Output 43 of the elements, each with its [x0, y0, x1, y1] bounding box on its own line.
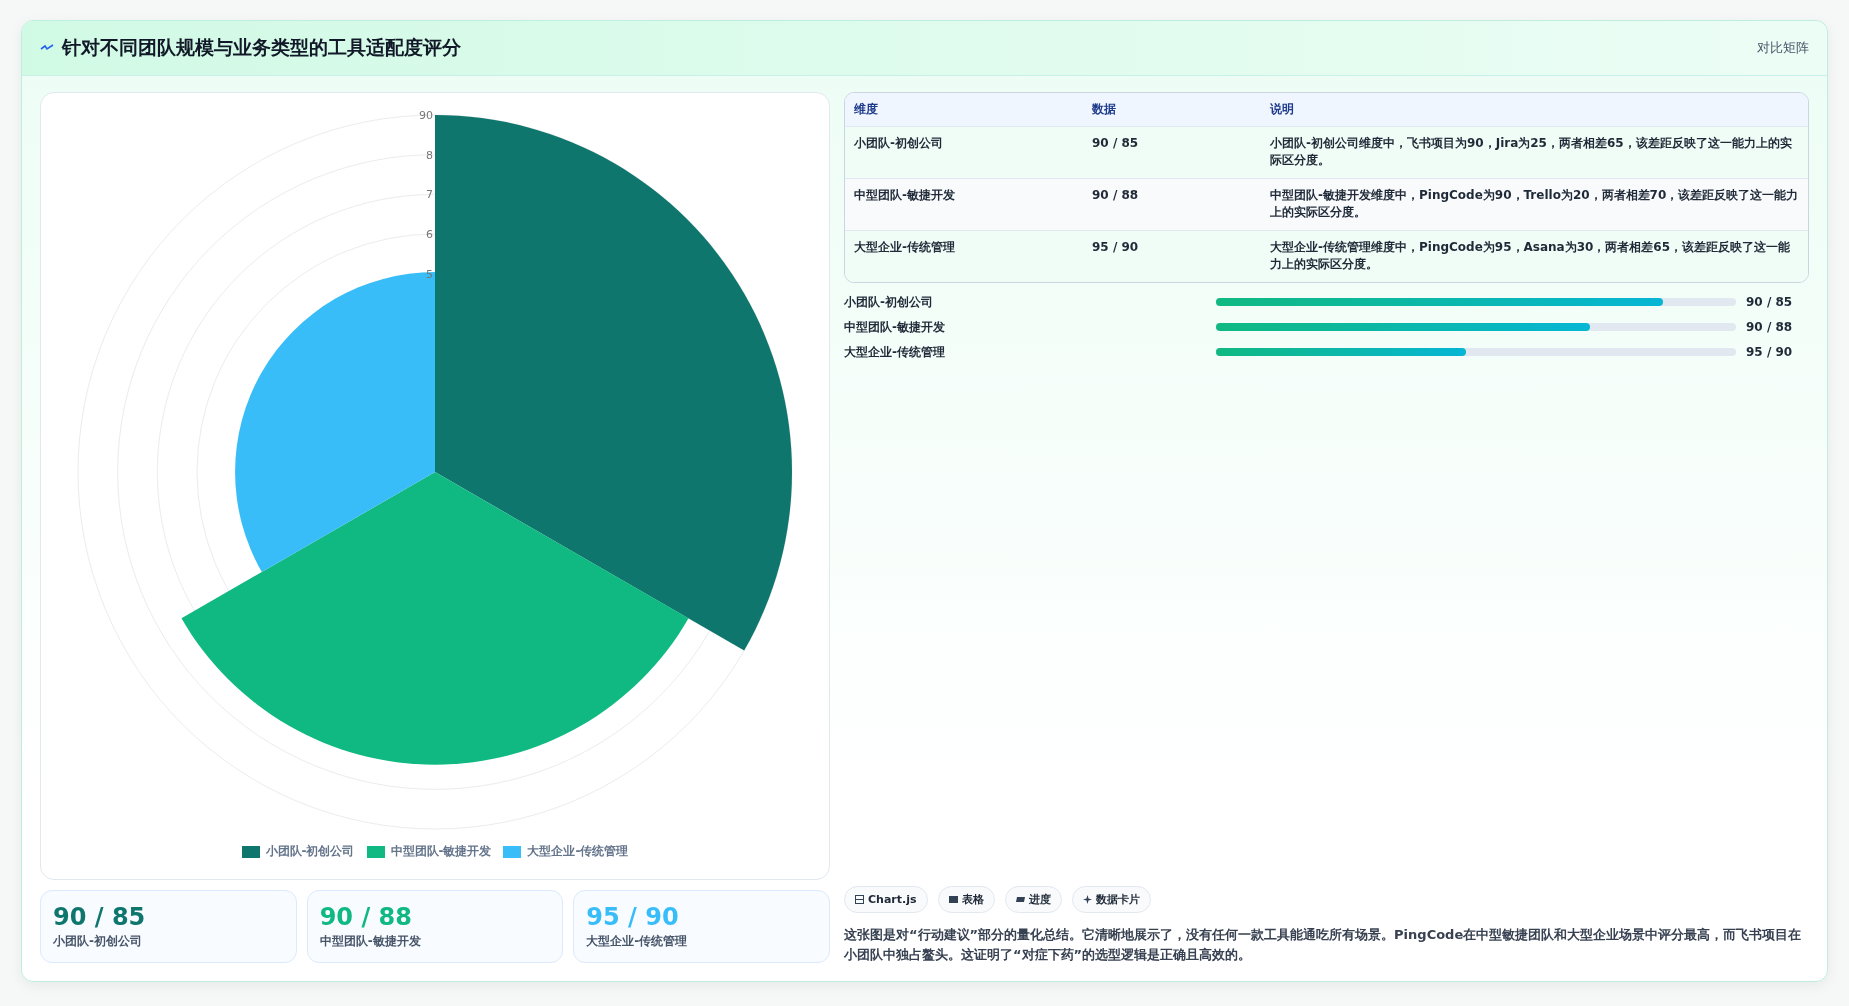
axis-tick-label: 7 [426, 188, 433, 202]
legend-label: 大型企业-传统管理 [527, 843, 629, 860]
progress-label: 中型团队-敏捷开发 [844, 318, 946, 336]
axis-tick-label: 5 [426, 267, 433, 281]
progress-value: 90 / 85 [1746, 295, 1793, 309]
sparkle-icon [1082, 895, 1092, 904]
column-header: 说明 [1261, 93, 1808, 127]
axis-tick-label: 90 [419, 109, 433, 122]
tag-label: 数据卡片 [1095, 892, 1140, 907]
stat-label: 小团队-初创公司 [53, 933, 143, 950]
legend-label: 小团队-初创公司 [265, 843, 355, 860]
stat-value: 90 / 85 [53, 903, 147, 931]
chart-icon [855, 895, 864, 904]
legend-label: 中型团队-敏捷开发 [390, 843, 492, 860]
tag-label: Chart.js [868, 893, 917, 906]
stat-value: 90 / 88 [319, 903, 413, 931]
axis-tick-label: 6 [426, 228, 433, 241]
grid-icon [948, 895, 958, 904]
stat-label: 中型团队-敏捷开发 [319, 933, 422, 950]
progress-label: 小团队-初创公司 [844, 293, 934, 311]
table-cell: 大型企业-传统管理 [845, 230, 1083, 282]
table-cell: 大型企业-传统管理维度中，PingCode为95，Asana为30，两者相差65，该差距反映了这一能力上的实际区分度。 [1261, 230, 1808, 282]
bar-icon [1015, 895, 1025, 904]
progress-value: 95 / 90 [1746, 345, 1793, 359]
column-header: 数据 [1083, 93, 1261, 127]
axis-tick-label: 8 [426, 148, 433, 162]
progress-label: 大型企业-传统管理 [844, 343, 946, 361]
summary-text: 这张图是对“行动建议”部分的量化总结。它清晰地展示了，没有任何一款工具能通吃所有场景。PingCode在中型敏捷团队和大型企业场景中评分最高，而飞书项目在小团队中独占鳌头。这证明了“对症下药”的选型逻辑是正确且高效的。 [844, 926, 1803, 964]
table-cell: 小团队-初创公司维度中，飞书项目为90，Jira为25，两者相差65，该差距反映了这一能力上的实际区分度。 [1261, 126, 1808, 179]
table-cell: 中型团队-敏捷开发维度中，PingCode为90，Trello为20，两者相差70，该差距反映了这一能力上的实际区分度。 [1261, 178, 1808, 231]
matrix-label: 对比矩阵 [1757, 39, 1809, 57]
progress-value: 90 / 88 [1746, 320, 1793, 334]
tag-label: 表格 [961, 892, 984, 907]
tag-label: 进度 [1028, 892, 1051, 907]
column-header: 维度 [845, 93, 1083, 127]
table-cell: 中型团队-敏捷开发 [845, 178, 1083, 231]
squiggle-icon [40, 43, 54, 53]
panel-title: 针对不同团队规模与业务类型的工具适配度评分 [62, 35, 462, 60]
table-cell: 小团队-初创公司 [845, 126, 1083, 179]
stat-value: 95 / 90 [586, 903, 680, 931]
table-cell: 90 / 85 [1083, 126, 1261, 179]
table-cell: 90 / 88 [1083, 178, 1261, 231]
stat-label: 大型企业-传统管理 [586, 933, 689, 950]
